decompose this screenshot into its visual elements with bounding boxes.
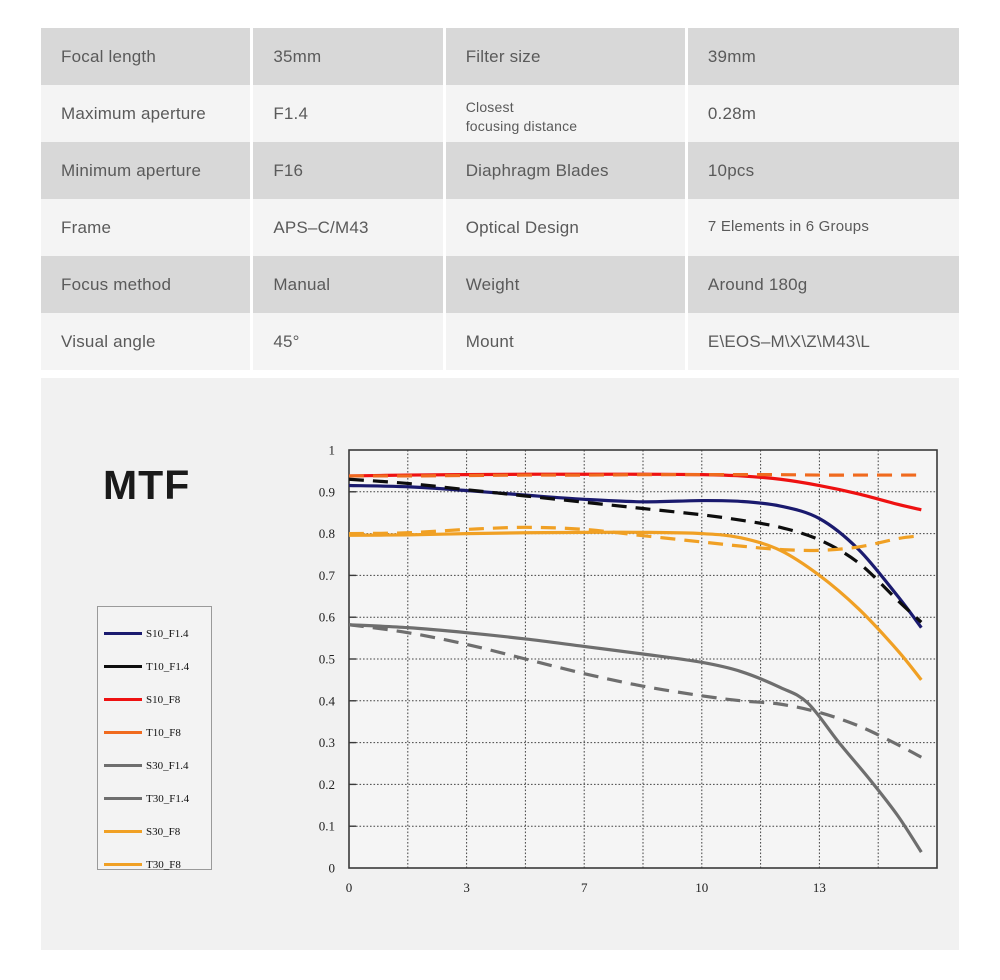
spec-cell-value1: APS–C/M43 <box>253 199 443 256</box>
spec-cell-value1: F1.4 <box>253 85 443 142</box>
mtf-chart: 0 0.1 0.2 0.3 0.4 0.5 0.6 0.7 0.8 0.9 1 0 3 7 10 13 <box>265 440 945 910</box>
spec-cell-label1: Frame <box>41 199 251 256</box>
y-axis-tick-label: 0.1 <box>319 819 335 834</box>
legend-item: T30_F1.4 <box>104 782 211 815</box>
table-row: Minimum aperture F16 Diaphragm Blades 10pcs <box>41 142 959 199</box>
spec-cell-label2: Closest focusing distance <box>445 85 685 142</box>
legend-color-swatch <box>104 863 142 866</box>
chart-legend: S10_F1.4 T10_F1.4 S10_F8 T10_F8 S30_F1.4 T30_… <box>97 606 212 871</box>
x-axis-tick-label: 7 <box>581 880 588 895</box>
legend-color-swatch <box>104 764 142 767</box>
y-axis-tick-label: 0.3 <box>319 735 335 750</box>
x-axis-tick-label: 0 <box>346 880 353 895</box>
y-axis-tick-label: 0.4 <box>319 693 336 708</box>
spec-cell-label2: Mount <box>445 313 685 370</box>
spec-cell-label1: Minimum aperture <box>41 142 251 199</box>
spec-cell-value1: 45° <box>253 313 443 370</box>
spec-cell-value2: 39mm <box>687 28 959 85</box>
spec-cell-label1: Focus method <box>41 256 251 313</box>
legend-label: T30_F8 <box>146 858 181 871</box>
legend-label: S30_F8 <box>146 825 181 838</box>
spec-cell-value1: Manual <box>253 256 443 313</box>
spec-cell-label2: Diaphragm Blades <box>445 142 685 199</box>
y-axis-tick-label: 0.9 <box>319 484 335 499</box>
legend-color-swatch <box>104 665 142 668</box>
y-axis-tick-label: 0.5 <box>319 652 335 667</box>
table-row: Visual angle 45° Mount E\EOS–M\X\Z\M43\L <box>41 313 959 370</box>
table-row: Focus method Manual Weight Around 180g <box>41 256 959 313</box>
legend-label: S30_F1.4 <box>146 759 189 772</box>
y-axis-tick-label: 0.7 <box>319 568 336 583</box>
legend-color-swatch <box>104 698 142 701</box>
y-axis-tick-label: 0.2 <box>319 777 335 792</box>
spec-cell-label2: Filter size <box>445 28 685 85</box>
spec-cell-label2: Weight <box>445 256 685 313</box>
specifications-table: Focal length 35mm Filter size 39mm Maximum a… <box>41 28 959 370</box>
mtf-title: MTF <box>103 462 191 508</box>
table-row: Maximum aperture F1.4 Closest focusing dist… <box>41 85 959 142</box>
legend-label: S10_F1.4 <box>146 627 189 640</box>
spec-cell-label2: Optical Design <box>445 199 685 256</box>
legend-color-swatch <box>104 731 142 734</box>
spec-cell-label1: Maximum aperture <box>41 85 251 142</box>
legend-item: S30_F1.4 <box>104 749 211 782</box>
spec-cell-value2: 10pcs <box>687 142 959 199</box>
spec-cell-value1: 35mm <box>253 28 443 85</box>
legend-label: T30_F1.4 <box>146 792 190 805</box>
legend-label: S10_F8 <box>146 693 181 706</box>
spec-cell-value1: F16 <box>253 142 443 199</box>
mtf-panel: MTF S10_F1.4 T10_F1.4 S10_F8 T10_F8 S30_F1.4… <box>41 378 959 950</box>
legend-item: S30_F8 <box>104 815 211 848</box>
y-axis-tick-label: 0 <box>329 861 336 876</box>
legend-color-swatch <box>104 797 142 800</box>
spec-cell-label1: Focal length <box>41 28 251 85</box>
spec-cell-value2: E\EOS–M\X\Z\M43\L <box>687 313 959 370</box>
x-axis-tick-label: 3 <box>463 880 470 895</box>
x-axis-tick-label: 10 <box>695 880 708 895</box>
spec-cell-label1: Visual angle <box>41 313 251 370</box>
y-axis-tick-label: 1 <box>329 443 336 458</box>
table-row: Frame APS–C/M43 Optical Design 7 Elements i… <box>41 199 959 256</box>
table-row: Focal length 35mm Filter size 39mm <box>41 28 959 85</box>
legend-label: T10_F1.4 <box>146 660 190 673</box>
legend-item: T10_F8 <box>104 716 211 749</box>
legend-item: S10_F1.4 <box>104 617 211 650</box>
legend-item: S10_F8 <box>104 683 211 716</box>
spec-cell-value2: 0.28m <box>687 85 959 142</box>
legend-item: T30_F8 <box>104 848 211 881</box>
legend-color-swatch <box>104 830 142 833</box>
x-axis-tick-label: 13 <box>813 880 826 895</box>
legend-color-swatch <box>104 632 142 635</box>
y-axis-tick-label: 0.6 <box>319 610 336 625</box>
y-axis-tick-label: 0.8 <box>319 526 335 541</box>
legend-item: T10_F1.4 <box>104 650 211 683</box>
spec-cell-value2: Around 180g <box>687 256 959 313</box>
legend-label: T10_F8 <box>146 726 181 739</box>
spec-cell-value2: 7 Elements in 6 Groups <box>687 199 959 256</box>
mtf-plot-svg: 00.10.20.30.40.50.60.70.80.910 3 7 10 13 <box>319 443 938 895</box>
